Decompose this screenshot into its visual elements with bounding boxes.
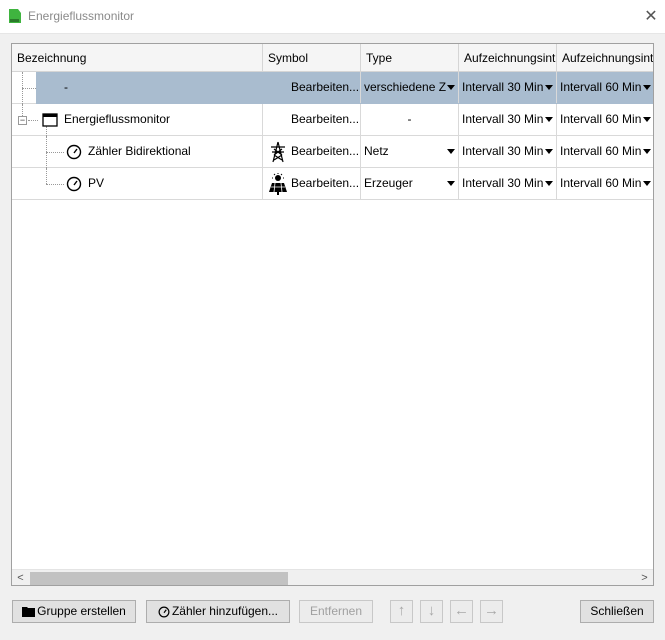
power-pylon-icon bbox=[271, 141, 285, 163]
close-icon[interactable]: ✕ bbox=[641, 7, 661, 27]
move-up-button[interactable]: ↑ bbox=[390, 600, 413, 623]
chevron-down-icon bbox=[447, 85, 455, 90]
row-name: PV bbox=[88, 176, 105, 190]
create-group-button[interactable]: Gruppe erstellen bbox=[12, 600, 136, 623]
arrow-up-icon: ↑ bbox=[397, 602, 406, 619]
meter-gauge-icon bbox=[66, 144, 82, 160]
table-row[interactable]: - Bearbeiten... verschiedene Zu Interval… bbox=[12, 72, 653, 104]
close-label: Schließen bbox=[590, 604, 644, 618]
chevron-down-icon bbox=[447, 181, 455, 186]
type-dropdown[interactable]: Erzeuger bbox=[361, 168, 459, 199]
add-meter-button[interactable]: Zähler hinzufügen... bbox=[146, 600, 290, 623]
window-title: Energieflussmonitor bbox=[28, 9, 135, 23]
symbol-cell[interactable]: Bearbeiten... bbox=[263, 104, 361, 135]
name-cell: PV bbox=[12, 168, 263, 199]
interval-1-dropdown[interactable]: Intervall 30 Minu bbox=[459, 104, 557, 135]
table-row[interactable]: PV Bearbeiten... Erzeuger Intervall 30 M… bbox=[12, 168, 653, 200]
interval-1-dropdown[interactable]: Intervall 30 Minu bbox=[459, 136, 557, 167]
chevron-down-icon bbox=[545, 181, 553, 186]
row-name: - bbox=[64, 80, 68, 94]
chevron-down-icon bbox=[643, 149, 651, 154]
meter-tree-grid[interactable]: Bezeichnung Symbol Type Aufzeichnungsint… bbox=[11, 43, 654, 586]
column-header-symbol[interactable]: Symbol bbox=[263, 44, 361, 72]
column-header-type[interactable]: Type bbox=[361, 44, 459, 72]
horizontal-scrollbar[interactable]: < > bbox=[12, 569, 653, 585]
remove-button[interactable]: Entfernen bbox=[299, 600, 373, 623]
app-icon bbox=[9, 9, 21, 23]
title-bar: Energieflussmonitor ✕ bbox=[0, 0, 665, 34]
scroll-left-icon[interactable]: < bbox=[12, 570, 29, 585]
column-header-interval-2[interactable]: Aufzeichnungsint bbox=[557, 44, 653, 72]
folder-window-icon bbox=[42, 113, 58, 127]
table-row[interactable]: Zähler Bidirektional Bearbeiten... Netz … bbox=[12, 136, 653, 168]
interval-2-value: Intervall 60 Minu bbox=[560, 144, 642, 158]
chevron-down-icon bbox=[545, 149, 553, 154]
move-down-button[interactable]: ↓ bbox=[420, 600, 443, 623]
arrow-left-icon: ← bbox=[454, 602, 469, 619]
interval-2-value: Intervall 60 Minu bbox=[560, 176, 642, 190]
folder-icon bbox=[22, 607, 36, 618]
type-value: Netz bbox=[364, 144, 389, 158]
arrow-down-icon: ↓ bbox=[427, 602, 436, 619]
chevron-down-icon bbox=[545, 117, 553, 122]
type-cell: - bbox=[361, 104, 459, 135]
interval-1-value: Intervall 30 Minu bbox=[462, 144, 544, 158]
interval-2-value: Intervall 60 Minu bbox=[560, 112, 642, 126]
chevron-down-icon bbox=[545, 85, 553, 90]
interval-2-value: Intervall 60 Minu bbox=[560, 80, 642, 94]
scrollbar-thumb[interactable] bbox=[30, 572, 288, 585]
chevron-down-icon bbox=[643, 117, 651, 122]
name-cell: Zähler Bidirektional bbox=[12, 136, 263, 167]
interval-1-value: Intervall 30 Minu bbox=[462, 80, 544, 94]
type-value: - bbox=[407, 112, 412, 126]
column-header-interval-1[interactable]: Aufzeichnungsint bbox=[459, 44, 557, 72]
name-cell: - bbox=[12, 72, 263, 103]
solar-panel-icon bbox=[269, 173, 287, 195]
grid-header: Bezeichnung Symbol Type Aufzeichnungsint… bbox=[12, 44, 653, 72]
meter-gauge-icon bbox=[66, 176, 82, 192]
scroll-right-icon[interactable]: > bbox=[636, 570, 653, 585]
symbol-cell[interactable]: Bearbeiten... bbox=[263, 72, 361, 103]
interval-1-dropdown[interactable]: Intervall 30 Minu bbox=[459, 168, 557, 199]
remove-label: Entfernen bbox=[309, 604, 363, 618]
row-name: Energieflussmonitor bbox=[64, 112, 171, 126]
symbol-cell[interactable]: Bearbeiten... bbox=[263, 168, 361, 199]
interval-1-dropdown[interactable]: Intervall 30 Minu bbox=[459, 72, 557, 103]
chevron-down-icon bbox=[643, 181, 651, 186]
symbol-edit-label[interactable]: Bearbeiten... bbox=[291, 104, 359, 135]
interval-1-value: Intervall 30 Minu bbox=[462, 112, 544, 126]
create-group-label: Gruppe erstellen bbox=[37, 604, 126, 618]
row-name: Zähler Bidirektional bbox=[88, 144, 191, 158]
move-right-button[interactable]: → bbox=[480, 600, 503, 623]
chevron-down-icon bbox=[643, 85, 651, 90]
move-left-button[interactable]: ← bbox=[450, 600, 473, 623]
type-dropdown[interactable]: Netz bbox=[361, 136, 459, 167]
type-value: Erzeuger bbox=[364, 176, 413, 190]
meter-gauge-icon bbox=[158, 606, 170, 618]
column-header-bezeichnung[interactable]: Bezeichnung bbox=[12, 44, 263, 72]
close-button[interactable]: Schließen bbox=[580, 600, 654, 623]
symbol-edit-label[interactable]: Bearbeiten... bbox=[291, 136, 359, 167]
symbol-edit-label[interactable]: Bearbeiten... bbox=[291, 72, 359, 103]
interval-2-dropdown[interactable]: Intervall 60 Minu bbox=[557, 136, 653, 167]
symbol-edit-label[interactable]: Bearbeiten... bbox=[291, 168, 359, 199]
type-value: verschiedene Zu bbox=[364, 80, 446, 94]
arrow-right-icon: → bbox=[484, 602, 499, 619]
type-dropdown[interactable]: verschiedene Zu bbox=[361, 72, 459, 103]
add-meter-label: Zähler hinzufügen... bbox=[171, 604, 279, 618]
table-row[interactable]: − Energieflussmonitor Bearbeiten... - In… bbox=[12, 104, 653, 136]
interval-2-dropdown[interactable]: Intervall 60 Minu bbox=[557, 72, 653, 103]
name-cell: Energieflussmonitor bbox=[12, 104, 263, 135]
interval-2-dropdown[interactable]: Intervall 60 Minu bbox=[557, 168, 653, 199]
chevron-down-icon bbox=[447, 149, 455, 154]
interval-1-value: Intervall 30 Minu bbox=[462, 176, 544, 190]
interval-2-dropdown[interactable]: Intervall 60 Minu bbox=[557, 104, 653, 135]
symbol-cell[interactable]: Bearbeiten... bbox=[263, 136, 361, 167]
